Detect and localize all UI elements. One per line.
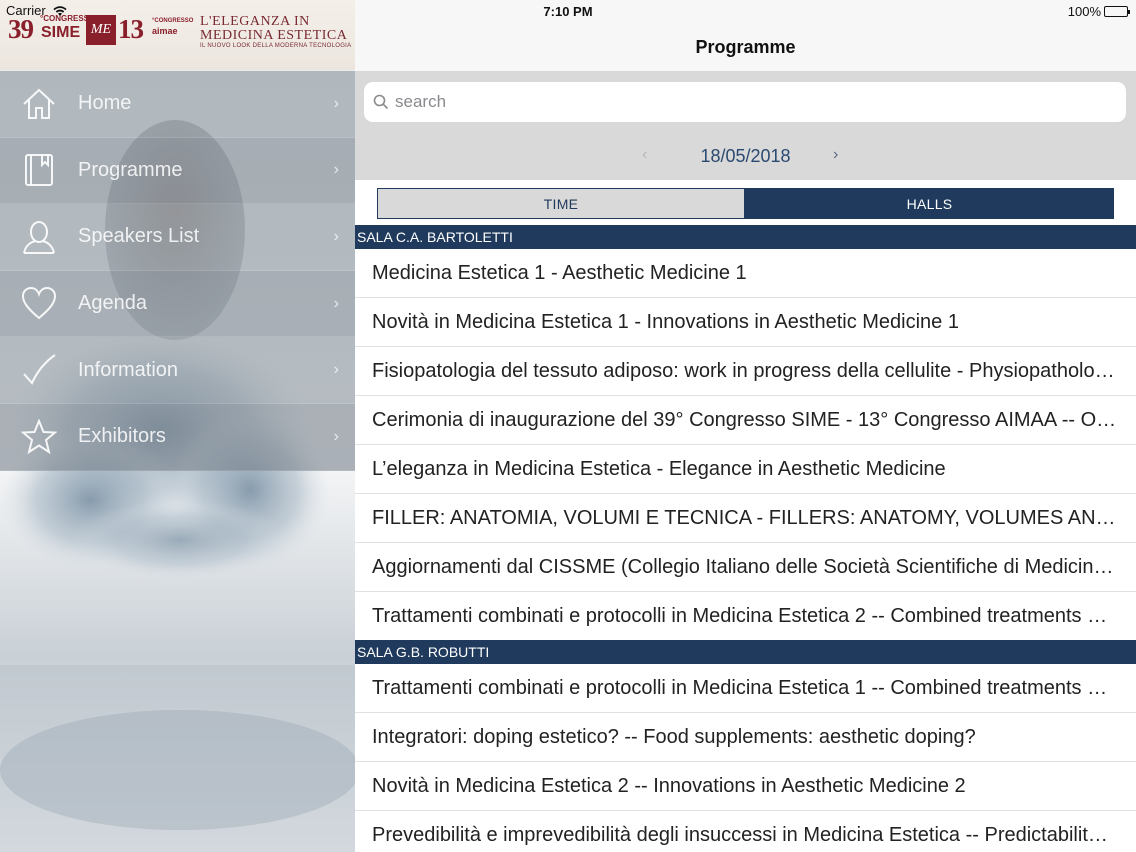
table-row[interactable]: Novità in Medicina Estetica 2 -- Innovat… — [355, 762, 1136, 811]
person-icon — [0, 219, 78, 255]
tab-halls[interactable]: HALLS — [745, 188, 1114, 219]
session-title: Novità in Medicina Estetica 1 - Innovati… — [372, 311, 959, 333]
wifi-icon — [53, 5, 67, 16]
search-input[interactable] — [395, 92, 1095, 112]
chevron-right-icon: › — [333, 294, 339, 312]
banner-title-line2: MEDICINA ESTETICA — [200, 28, 348, 43]
banner-number-13: 13 — [118, 14, 144, 44]
search-bar — [355, 72, 1136, 132]
sidebar-item-home[interactable]: Home › — [0, 71, 355, 138]
page-title: Programme — [695, 37, 796, 57]
chevron-right-icon: › — [333, 427, 339, 445]
session-title: Aggiornamenti dal CISSME (Collegio Itali… — [372, 556, 1117, 578]
view-mode-segmented-control: TIME HALLS — [355, 180, 1136, 224]
sidebar-item-label: Information — [78, 358, 179, 381]
section-header-sala-robutti: SALA G.B. ROBUTTI — [355, 640, 1136, 664]
current-date: 18/05/2018 — [700, 146, 791, 166]
sidebar-item-information[interactable]: Information › — [0, 337, 355, 404]
sidebar-item-label: Exhibitors — [78, 425, 166, 448]
chevron-right-icon: › — [333, 161, 339, 179]
table-row[interactable]: Aggiornamenti dal CISSME (Collegio Itali… — [355, 543, 1136, 592]
table-row[interactable]: Trattamenti combinati e protocolli in Me… — [355, 592, 1136, 641]
session-title: Fisiopatologia del tessuto adiposo: work… — [372, 360, 1117, 382]
table-row[interactable]: Trattamenti combinati e protocolli in Me… — [355, 664, 1136, 713]
sidebar-item-label: Speakers List — [78, 225, 200, 248]
banner-me-logo: ME — [86, 15, 116, 45]
table-row[interactable]: Prevedibilità e imprevedibilità degli in… — [355, 811, 1136, 852]
table-row[interactable]: Fisiopatologia del tessuto adiposo: work… — [355, 347, 1136, 396]
table-row[interactable]: FILLER: ANATOMIA, VOLUMI E TECNICA - FIL… — [355, 494, 1136, 543]
battery-status: 100% — [1067, 4, 1130, 19]
session-title: Cerimonia di inaugurazione del 39° Congr… — [372, 409, 1117, 431]
table-row[interactable]: Novità in Medicina Estetica 1 - Innovati… — [355, 298, 1136, 347]
battery-icon — [1104, 6, 1130, 17]
session-title: FILLER: ANATOMIA, VOLUMI E TECNICA - FIL… — [372, 507, 1117, 529]
home-icon — [0, 86, 78, 122]
table-row[interactable]: Integratori: doping estetico? -- Food su… — [355, 713, 1136, 762]
search-field[interactable] — [364, 82, 1126, 122]
programme-panel: 7:10 PM 100% Programme ‹ 18/05/2018 › TI… — [355, 0, 1136, 852]
battery-percent: 100% — [1067, 4, 1101, 19]
side-menu: 39 °CONGRESSO SIME ME 13 °CONGRESSO aima… — [0, 0, 355, 852]
checkmark-icon — [0, 352, 78, 388]
banner-subtitle: IL NUOVO LOOK DELLA MODERNA TECNOLOGIA — [200, 43, 352, 49]
heart-icon — [0, 286, 78, 322]
sidebar-item-programme[interactable]: Programme › — [0, 137, 355, 205]
session-title: Prevedibilità e imprevedibilità degli in… — [372, 824, 1117, 846]
sidebar-item-agenda[interactable]: Agenda › — [0, 270, 355, 338]
sidebar-item-speakers-list[interactable]: Speakers List › — [0, 204, 355, 271]
sidebar-item-label: Programme — [78, 158, 183, 181]
chevron-right-icon: › — [333, 361, 339, 379]
table-row[interactable]: Cerimonia di inaugurazione del 39° Congr… — [355, 396, 1136, 445]
date-navigator: ‹ 18/05/2018 › — [355, 132, 1136, 180]
star-icon — [0, 418, 78, 455]
book-icon — [0, 152, 78, 188]
carrier-label: Carrier — [6, 3, 46, 18]
sidebar-menu: Home › Programme › Speakers List › Agend… — [0, 71, 355, 471]
session-title: Integratori: doping estetico? -- Food su… — [372, 726, 976, 748]
status-time: 7:10 PM — [543, 4, 593, 19]
banner-number-39: 39 — [8, 14, 34, 44]
tab-time[interactable]: TIME — [377, 188, 745, 219]
chevron-right-icon: › — [333, 94, 339, 112]
session-title: Medicina Estetica 1 - Aesthetic Medicine… — [372, 262, 747, 284]
sidebar-item-exhibitors[interactable]: Exhibitors › — [0, 403, 355, 471]
navigation-bar: Programme — [355, 22, 1136, 72]
banner-aimae-label: aimae — [152, 26, 178, 36]
banner-sime-label: SIME — [41, 24, 81, 41]
section-header-sala-bartoletti: SALA C.A. BARTOLETTI — [355, 225, 1136, 249]
search-icon — [373, 94, 389, 110]
status-carrier: Carrier — [6, 3, 68, 18]
sidebar-item-label: Agenda — [78, 292, 147, 315]
table-row[interactable]: Medicina Estetica 1 - Aesthetic Medicine… — [355, 249, 1136, 298]
session-title: Novità in Medicina Estetica 2 -- Innovat… — [372, 775, 966, 797]
table-row[interactable]: L’eleganza in Medicina Estetica - Elegan… — [355, 445, 1136, 494]
sidebar-item-label: Home — [78, 92, 132, 115]
session-title: L’eleganza in Medicina Estetica - Elegan… — [372, 458, 946, 480]
session-title: Trattamenti combinati e protocolli in Me… — [372, 677, 1117, 699]
chevron-right-icon: › — [333, 227, 339, 245]
session-title: Trattamenti combinati e protocolli in Me… — [372, 605, 1117, 627]
next-date-button[interactable]: › — [833, 146, 838, 164]
status-bar: 7:10 PM 100% — [355, 0, 1136, 22]
